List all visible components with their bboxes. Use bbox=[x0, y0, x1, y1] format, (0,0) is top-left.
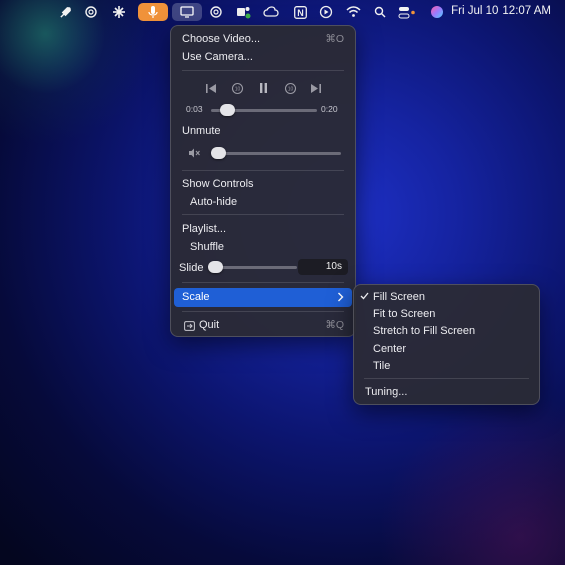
stretch-to-fill-item[interactable]: Stretch to Fill Screen bbox=[373, 325, 475, 337]
shuffle-item[interactable]: Shuffle bbox=[190, 241, 224, 253]
checkmark-icon bbox=[360, 292, 369, 303]
microphone-icon[interactable] bbox=[138, 3, 168, 21]
menu-bar: N Fri Jul 10 12:07 AM bbox=[0, 0, 565, 24]
scale-item[interactable]: Scale bbox=[174, 288, 352, 307]
separator bbox=[182, 170, 344, 171]
quit-shortcut: ⌘Q bbox=[325, 319, 344, 331]
siri-icon[interactable] bbox=[428, 3, 446, 21]
separator bbox=[182, 70, 344, 71]
choose-video-item[interactable]: Choose Video... bbox=[182, 33, 260, 45]
clock-date: Fri Jul 10 bbox=[451, 5, 499, 17]
separator bbox=[182, 311, 344, 312]
chevron-right-icon bbox=[337, 290, 344, 305]
quit-icon bbox=[182, 319, 196, 333]
fit-to-screen-item[interactable]: Fit to Screen bbox=[373, 308, 435, 320]
svg-text:N: N bbox=[297, 8, 304, 18]
center-item[interactable]: Center bbox=[373, 343, 406, 355]
chatgpt-icon[interactable] bbox=[207, 3, 225, 21]
speaker-muted-icon bbox=[187, 146, 201, 160]
scale-submenu: Fill Screen Fit to Screen Stretch to Fil… bbox=[353, 284, 540, 405]
openai-icon[interactable] bbox=[82, 3, 100, 21]
wifi-icon[interactable] bbox=[344, 3, 362, 21]
tuning-item[interactable]: Tuning... bbox=[365, 386, 407, 398]
current-time: 0:03 bbox=[186, 104, 203, 114]
tile-item[interactable]: Tile bbox=[373, 360, 390, 372]
scale-label: Scale bbox=[182, 291, 210, 303]
rewind-10-icon[interactable]: 10 bbox=[230, 81, 244, 95]
spotlight-search-icon[interactable] bbox=[371, 3, 389, 21]
clock-time: 12:07 AM bbox=[502, 5, 551, 17]
playlist-item[interactable]: Playlist... bbox=[182, 223, 226, 235]
creative-cloud-icon[interactable] bbox=[262, 3, 280, 21]
slide-duration-field[interactable]: 10s bbox=[298, 259, 348, 275]
use-camera-label: Use Camera... bbox=[182, 51, 253, 63]
separator bbox=[364, 378, 529, 379]
use-camera-item[interactable]: Use Camera... bbox=[182, 51, 253, 63]
quit-item[interactable]: Quit bbox=[199, 319, 219, 331]
slide-track[interactable] bbox=[211, 266, 297, 269]
menu-bar-clock[interactable]: Fri Jul 10 12:07 AM bbox=[447, 5, 551, 17]
separator bbox=[182, 282, 344, 283]
total-time: 0:20 bbox=[321, 104, 338, 114]
notion-icon[interactable]: N bbox=[291, 3, 309, 21]
fill-screen-item[interactable]: Fill Screen bbox=[373, 291, 425, 303]
forward-10-icon[interactable]: 10 bbox=[283, 81, 297, 95]
quit-label: Quit bbox=[199, 319, 220, 331]
show-controls-label: Show Controls bbox=[182, 178, 254, 190]
playlist-label: Playlist... bbox=[182, 223, 227, 235]
video-wallpaper-menu: Choose Video... ⌘O Use Camera... 10 10 0… bbox=[170, 25, 356, 337]
auto-hide-item[interactable]: Auto-hide bbox=[190, 196, 237, 208]
auto-hide-label: Auto-hide bbox=[190, 196, 238, 208]
slide-knob[interactable] bbox=[208, 261, 224, 273]
svg-text:10: 10 bbox=[287, 86, 293, 92]
slide-label: Slide bbox=[179, 262, 204, 274]
choose-video-shortcut: ⌘O bbox=[325, 33, 344, 45]
volume-track[interactable] bbox=[211, 152, 341, 155]
rocket-icon[interactable] bbox=[56, 3, 74, 21]
shuffle-label: Shuffle bbox=[190, 241, 225, 253]
display-icon[interactable] bbox=[172, 3, 202, 21]
unmute-label: Unmute bbox=[182, 125, 221, 137]
svg-text:10: 10 bbox=[234, 86, 240, 92]
show-controls-item[interactable]: Show Controls bbox=[182, 178, 254, 190]
skip-back-icon[interactable] bbox=[204, 81, 218, 95]
claude-icon[interactable] bbox=[110, 3, 128, 21]
choose-video-label: Choose Video... bbox=[182, 33, 261, 45]
progress-knob[interactable] bbox=[219, 104, 235, 116]
volume-knob[interactable] bbox=[210, 147, 226, 159]
unmute-item[interactable]: Unmute bbox=[182, 125, 221, 137]
play-circle-icon[interactable] bbox=[317, 3, 335, 21]
separator bbox=[182, 214, 344, 215]
teams-icon[interactable] bbox=[234, 3, 252, 21]
skip-forward-icon[interactable] bbox=[309, 81, 323, 95]
pause-icon[interactable] bbox=[256, 81, 270, 95]
control-center-icon[interactable] bbox=[398, 3, 416, 21]
